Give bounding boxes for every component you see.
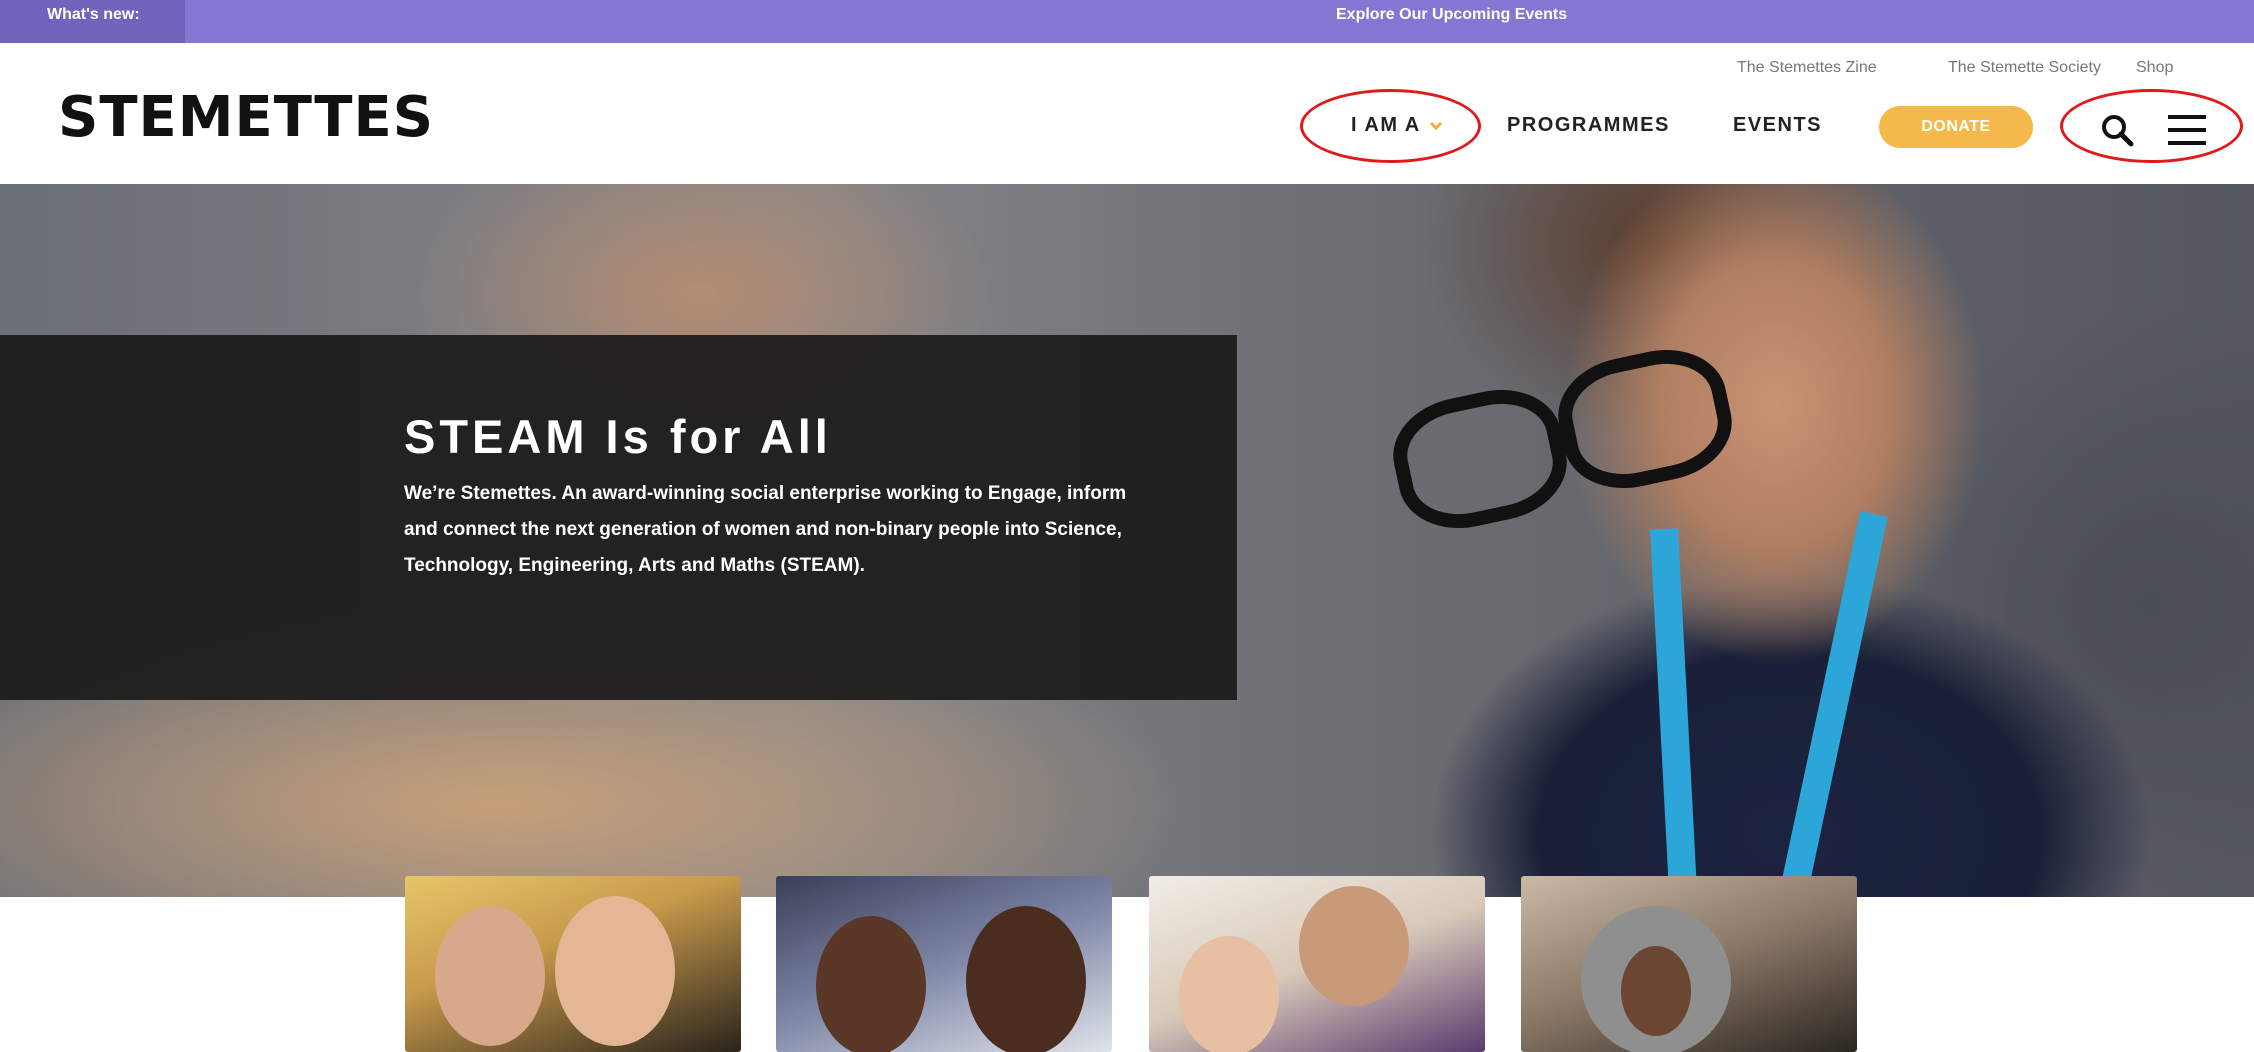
- card-1-figure-2: [555, 896, 675, 1046]
- hero-photo-lanyard-2: [1779, 511, 1888, 897]
- hero-photo-glasses-right: [1548, 337, 1742, 501]
- search-icon[interactable]: [2100, 113, 2134, 152]
- card-1-figure: [435, 906, 545, 1046]
- card-2-figure: [816, 916, 926, 1052]
- card-photo-2[interactable]: [776, 876, 1112, 1052]
- logo-text: STEMETTES: [58, 85, 435, 150]
- donate-button[interactable]: DONATE: [1879, 106, 2033, 148]
- menu-icon[interactable]: [2168, 115, 2206, 150]
- announcement-bar: What's new: Explore Our Upcoming Events: [0, 0, 2254, 43]
- card-2-figure-2: [966, 906, 1086, 1052]
- card-photo-3[interactable]: [1149, 876, 1485, 1052]
- card-4-face: [1621, 946, 1691, 1036]
- zine-link[interactable]: The Stemettes Zine: [1737, 59, 1877, 77]
- card-3-figure: [1179, 936, 1279, 1052]
- upcoming-events-link[interactable]: Explore Our Upcoming Events: [1200, 0, 1700, 29]
- nav-i-am-a[interactable]: I AM A: [1351, 114, 1443, 137]
- whats-new-label: What's new:: [0, 0, 185, 43]
- hero-photo-lanyard: [1650, 528, 1698, 897]
- shop-link[interactable]: Shop: [2136, 59, 2173, 77]
- card-photo-1[interactable]: [405, 876, 741, 1052]
- hero-photo-glasses-left: [1383, 377, 1577, 541]
- hero-banner: STEAM Is for All We’re Stemettes. An awa…: [0, 184, 2254, 897]
- hero-text-panel: STEAM Is for All We’re Stemettes. An awa…: [0, 335, 1237, 700]
- nav-i-am-a-label: I AM A: [1351, 114, 1421, 136]
- society-link[interactable]: The Stemette Society: [1948, 59, 2101, 77]
- card-3-figure-2: [1299, 886, 1409, 1006]
- stemettes-logo[interactable]: STEMETTES: [58, 85, 434, 150]
- hero-title: STEAM Is for All: [404, 410, 832, 463]
- nav-programmes[interactable]: PROGRAMMES: [1507, 114, 1670, 137]
- nav-events[interactable]: EVENTS: [1733, 114, 1822, 137]
- card-photo-4[interactable]: [1521, 876, 1857, 1052]
- highlight-oval-icons: [2060, 89, 2243, 163]
- chevron-down-icon: [1429, 118, 1443, 134]
- site-header: STEMETTES The Stemettes Zine The Stemett…: [0, 43, 2254, 184]
- hero-description: We’re Stemettes. An award-winning social…: [404, 483, 1127, 576]
